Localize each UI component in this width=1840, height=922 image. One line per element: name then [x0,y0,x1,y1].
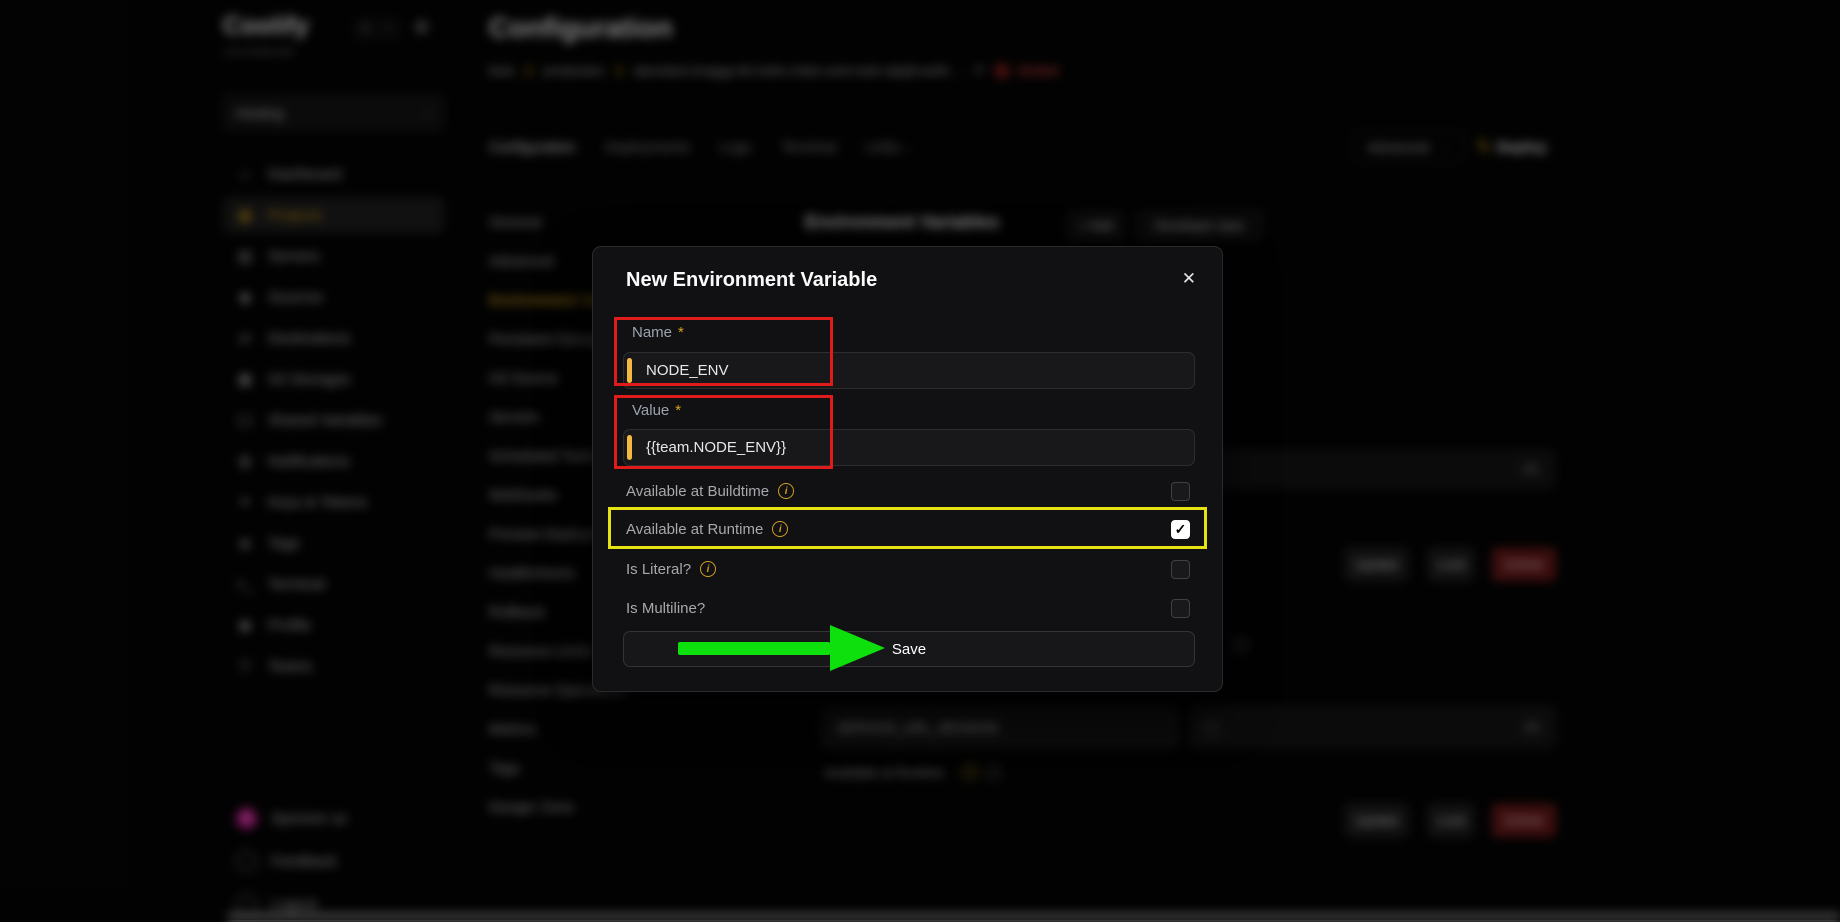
info-icon[interactable]: i [700,561,716,577]
literal-checkbox[interactable] [1171,560,1190,579]
info-icon[interactable]: i [772,521,788,537]
new-env-var-modal: New Environment Variable ✕ Name * NODE_E… [592,246,1223,692]
name-input-value: NODE_ENV [624,362,729,379]
buildtime-row: Available at Buildtime i [626,479,1190,503]
name-label: Name * [632,324,684,341]
close-icon[interactable]: ✕ [1182,269,1196,289]
literal-row: Is Literal? i [626,557,1190,581]
runtime-row: Available at Runtime i ✓ [626,517,1190,541]
info-icon[interactable]: i [778,483,794,499]
modal-title: New Environment Variable [626,269,877,292]
input-accent-bar [627,435,632,460]
input-accent-bar [627,358,632,383]
save-button[interactable]: Save [623,631,1195,667]
multiline-row: Is Multiline? [626,596,1190,620]
runtime-checkbox[interactable]: ✓ [1171,520,1190,539]
multiline-checkbox[interactable] [1171,599,1190,618]
value-input-value: {{team.NODE_ENV}} [624,439,786,456]
value-label: Value * [632,402,681,419]
required-asterisk: * [678,324,684,341]
required-asterisk: * [675,402,681,419]
value-input[interactable]: {{team.NODE_ENV}} [623,429,1195,466]
buildtime-checkbox[interactable] [1171,482,1190,501]
name-input[interactable]: NODE_ENV [623,352,1195,389]
